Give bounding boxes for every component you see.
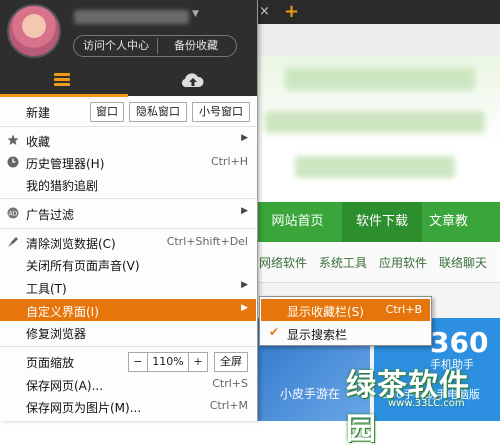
nav-articles[interactable]: 文章教 — [425, 202, 500, 242]
checkmark-icon: ✔ — [269, 325, 280, 339]
divider — [0, 346, 256, 347]
menu-item-favorites[interactable]: 收藏 ▶ — [0, 129, 256, 151]
history-shortcut: Ctrl+H — [210, 155, 248, 168]
menu-item-repair[interactable]: 修复浏览器 — [0, 321, 256, 343]
menu-item-my-shows[interactable]: 我的猎豹追剧 — [0, 173, 256, 195]
zoom-level: 110% — [147, 352, 189, 372]
username-blurred[interactable] — [74, 10, 189, 24]
fullscreen-button[interactable]: 全屏 — [214, 352, 248, 372]
category-system[interactable]: 系统工具 — [319, 254, 367, 271]
show-favorites-bar-shortcut: Ctrl+B — [385, 303, 422, 316]
category-apps[interactable]: 应用软件 — [379, 254, 427, 271]
clear-data-shortcut: Ctrl+Shift+Del — [166, 235, 248, 248]
backup-favorites-button[interactable]: 备份收藏 — [160, 37, 232, 55]
category-chat[interactable]: 联络聊天 — [439, 254, 487, 271]
submenu-arrow-icon: ▶ — [241, 280, 248, 290]
zoom-out-button[interactable]: − — [128, 352, 148, 372]
menu-item-adblock[interactable]: AD 广告过滤 ▶ — [0, 202, 256, 224]
menu-item-history[interactable]: 历史管理器(H) Ctrl+H — [0, 151, 256, 173]
customize-submenu: 显示收藏栏(S) Ctrl+B ✔ 显示搜索栏 — [259, 296, 432, 346]
new-label: 新建 — [26, 106, 51, 120]
active-tab-indicator — [0, 94, 128, 97]
cloud-upload-icon[interactable] — [181, 70, 205, 90]
category-network[interactable]: 网络软件 — [259, 254, 307, 271]
zoom-in-button[interactable]: + — [188, 352, 208, 372]
menu-item-clear-data[interactable]: 清除浏览数据(C) Ctrl+Shift+Del — [0, 231, 256, 253]
address-bar[interactable] — [255, 24, 500, 57]
divider — [0, 198, 256, 199]
avatar[interactable] — [7, 4, 61, 58]
menu-item-customize[interactable]: 自定义界面(I) ▶ — [0, 299, 256, 321]
new-window-button[interactable]: 窗口 — [90, 102, 124, 122]
menu-item-mute-all[interactable]: 关闭所有页面声音(V) — [0, 253, 256, 275]
star-icon — [7, 134, 19, 145]
new-tab-icon[interactable]: + — [284, 1, 299, 22]
new-private-window-button[interactable]: 隐私窗口 — [129, 102, 187, 122]
divider — [0, 126, 256, 127]
submenu-arrow-icon: ▶ — [241, 303, 248, 313]
site-nav-bar: 网站首页 软件下载 文章教 — [255, 202, 500, 242]
watermark-url: www.33LC.com — [388, 398, 465, 409]
menu-item-save-as-image[interactable]: 保存网页为图片(M)... Ctrl+M — [0, 395, 256, 417]
visit-profile-button[interactable]: 访问个人中心 — [76, 37, 156, 55]
submenu-arrow-icon: ▶ — [241, 133, 248, 143]
submenu-item-show-favorites-bar[interactable]: 显示收藏栏(S) Ctrl+B — [261, 299, 430, 321]
broom-icon — [8, 237, 18, 247]
save-page-shortcut: Ctrl+S — [212, 377, 248, 390]
svg-text:AD: AD — [9, 211, 18, 218]
zoom-label: 页面缩放 — [26, 356, 75, 370]
divider — [0, 228, 256, 229]
clock-icon — [7, 156, 19, 168]
nav-home[interactable]: 网站首页 — [255, 202, 340, 242]
submenu-item-show-search-bar[interactable]: ✔ 显示搜索栏 — [261, 322, 430, 344]
menu-item-tools[interactable]: 工具(T) ▶ — [0, 276, 256, 298]
page-banner — [255, 56, 500, 206]
save-as-image-shortcut: Ctrl+M — [209, 399, 248, 412]
promo-tile-left-label: 小皮手游在 — [280, 387, 341, 401]
menu-header: ▼ 访问个人中心 备份收藏 — [0, 0, 257, 97]
menu-icon[interactable] — [54, 73, 70, 87]
adblock-icon: AD — [7, 207, 19, 219]
divider — [157, 38, 158, 54]
promo-tile-right-logo: 360 — [430, 326, 489, 359]
chevron-down-icon[interactable]: ▼ — [192, 9, 199, 19]
nav-downloads[interactable]: 软件下载 — [342, 202, 422, 242]
new-small-window-button[interactable]: 小号窗口 — [192, 102, 250, 122]
category-bar: 网络软件 系统工具 应用软件 联络聊天 — [255, 242, 500, 283]
submenu-arrow-icon: ▶ — [241, 206, 248, 216]
browser-main-menu: ▼ 访问个人中心 备份收藏 新建 窗口 隐私窗口 小号窗口 收藏 ▶ 历史管理器… — [0, 0, 258, 421]
tab-close-icon[interactable]: × — [259, 4, 270, 19]
menu-item-save-page[interactable]: 保存网页(A)... Ctrl+S — [0, 373, 256, 395]
